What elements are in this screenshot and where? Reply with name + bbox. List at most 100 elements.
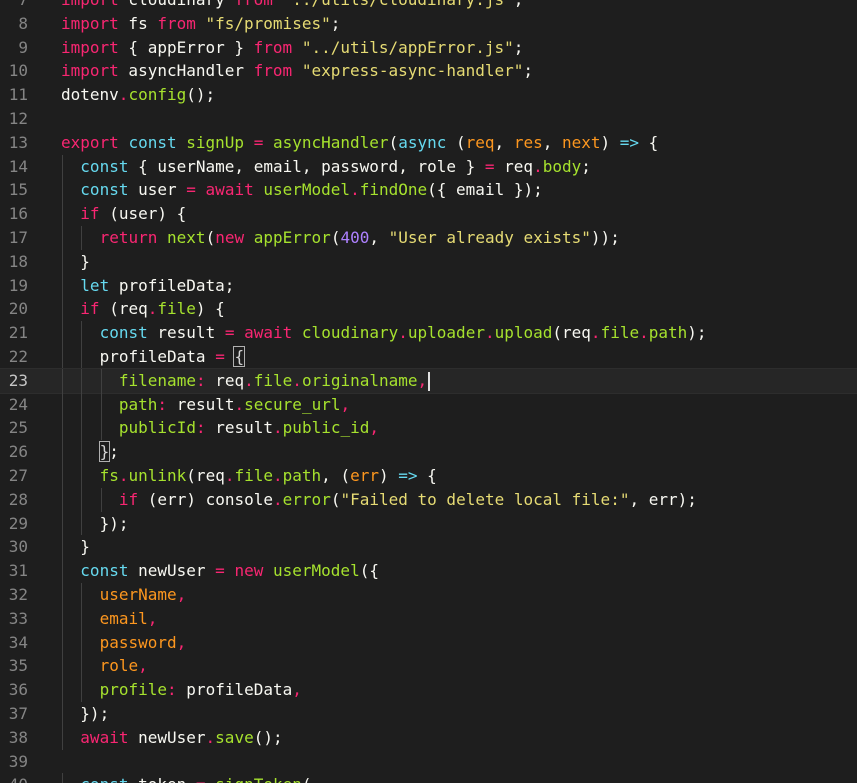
code-token: userName: [99, 584, 177, 604]
code-line[interactable]: 19 let profileData;: [0, 273, 857, 298]
code-token: file: [234, 465, 273, 485]
code-token: import: [61, 0, 119, 9]
line-number: 38: [8, 727, 28, 747]
indent-guide: [62, 202, 63, 226]
line-number: 10: [8, 61, 28, 81]
indent-guide: [62, 773, 63, 783]
code-line[interactable]: 39: [0, 750, 857, 774]
line-code: filename: req.file.originalname,: [119, 369, 431, 393]
code-line[interactable]: 26};: [0, 440, 857, 464]
line-code: profileData = {: [99, 345, 246, 369]
code-token: from: [253, 61, 293, 81]
code-token: "Failed to delete local file:": [340, 489, 630, 509]
code-token: const: [80, 180, 129, 200]
code-line[interactable]: 30}: [0, 535, 857, 560]
line-code: if (user) {: [80, 202, 186, 226]
code-token: {: [417, 465, 437, 485]
code-editor[interactable]: 7 import cloudinary from "../utils/cloudi…: [0, 0, 857, 783]
code-lines: 7 import cloudinary from "../utils/cloudi…: [0, 0, 857, 783]
code-token: unlink: [128, 465, 187, 485]
code-token: async: [398, 132, 447, 152]
code-line[interactable]: 12: [0, 107, 857, 131]
code-token: (req: [552, 323, 591, 343]
code-line[interactable]: 23 filename: req.file.originalname,: [0, 367, 857, 394]
code-token: ({: [359, 561, 379, 581]
code-token: { userName, email, password, role }: [128, 156, 485, 176]
code-line[interactable]: 31 const newUser = new userModel({: [0, 559, 857, 583]
code-token: req: [465, 132, 495, 152]
code-token: ,: [340, 394, 351, 414]
code-line[interactable]: 28 if (err) console.error("Failed to dele…: [0, 487, 857, 512]
code-line[interactable]: 27 fs.unlink(req.file.path, (err) => {: [0, 463, 857, 488]
line-code: publicId: result.public_id,: [119, 416, 379, 440]
line-number: 26: [8, 442, 28, 462]
code-line[interactable]: 32 userName,: [0, 582, 857, 607]
code-line[interactable]: 14 const { userName, email, password, rol…: [0, 154, 857, 179]
code-token: , (: [321, 465, 351, 485]
line-number: 11: [8, 85, 28, 105]
code-line[interactable]: 17 return next(new appError(400, "User al…: [0, 225, 857, 250]
code-token: ): [600, 132, 620, 152]
code-token: ();: [253, 727, 283, 747]
code-token: result: [205, 418, 274, 438]
code-line[interactable]: 24 path: result.secure_url,: [0, 392, 857, 417]
code-token: (req: [186, 465, 225, 485]
code-token: file: [157, 299, 196, 319]
indent-guide: [62, 321, 63, 345]
code-token: error: [282, 489, 331, 509]
code-line[interactable]: 9 import { appError } from "../utils/appE…: [0, 36, 857, 60]
code-line[interactable]: 29});: [0, 511, 857, 536]
code-line[interactable]: 36 profile: profileData,: [0, 678, 857, 702]
code-line[interactable]: 18}: [0, 249, 857, 274]
indent-guide: [81, 487, 83, 512]
code-line[interactable]: 8 import fs from "fs/promises";: [0, 12, 857, 36]
line-number: 36: [8, 680, 28, 700]
code-token: export: [61, 132, 119, 152]
code-token: const: [99, 323, 148, 343]
indent-guide: [100, 368, 102, 393]
code-line[interactable]: 25 publicId: result.public_id,: [0, 416, 857, 441]
code-line[interactable]: 15 const user = await userModel.findOne({…: [0, 178, 857, 203]
line-number: 40: [0, 773, 28, 783]
code-token: (: [388, 132, 399, 152]
code-token: "../utils/appError.js": [292, 37, 514, 57]
code-token: .: [350, 180, 360, 200]
line-number: 20: [8, 299, 28, 319]
code-token: signUp: [186, 132, 245, 152]
line-code: import fs from "fs/promises";: [61, 12, 340, 36]
code-token: result: [167, 394, 235, 414]
code-line[interactable]: 37});: [0, 701, 857, 726]
code-token: ,: [176, 584, 187, 604]
code-line[interactable]: 35 role,: [0, 654, 857, 679]
line-number: 23: [8, 370, 28, 390]
code-line[interactable]: 21 const result = await cloudinary.upload…: [0, 321, 857, 345]
code-token: public_id: [282, 418, 370, 438]
code-line[interactable]: 11 dotenv.config();: [0, 83, 857, 107]
code-line[interactable]: 22 profileData = {: [0, 344, 857, 369]
code-line[interactable]: 10 import asyncHandler from "express-asyn…: [0, 59, 857, 83]
code-token: err: [350, 465, 379, 485]
line-number: 9: [18, 37, 28, 57]
line-number: 19: [8, 275, 28, 295]
code-line[interactable]: 40 const token = signToken(: [0, 773, 857, 783]
code-token: .: [639, 323, 649, 343]
code-token: req: [494, 156, 534, 176]
line-code: });: [100, 512, 129, 536]
code-line[interactable]: 20 if (req.file) {: [0, 297, 857, 322]
code-token: ;: [109, 442, 119, 462]
code-line[interactable]: 34 password,: [0, 630, 857, 655]
indent-guide: [62, 582, 63, 607]
code-token: cloudinary: [301, 323, 399, 343]
code-line[interactable]: 16 if (user) {: [0, 202, 857, 226]
code-line[interactable]: 13 export const signUp = asyncHandler(asy…: [0, 131, 857, 155]
code-token: token: [128, 775, 195, 783]
code-token: profileData: [99, 346, 216, 366]
indent-guide: [81, 582, 83, 607]
code-token: (user) {: [99, 204, 187, 224]
code-line[interactable]: 7 import cloudinary from "../utils/cloudi…: [0, 0, 857, 12]
code-line[interactable]: 33 email,: [0, 606, 857, 631]
code-line[interactable]: 38 await newUser.save();: [0, 725, 857, 750]
